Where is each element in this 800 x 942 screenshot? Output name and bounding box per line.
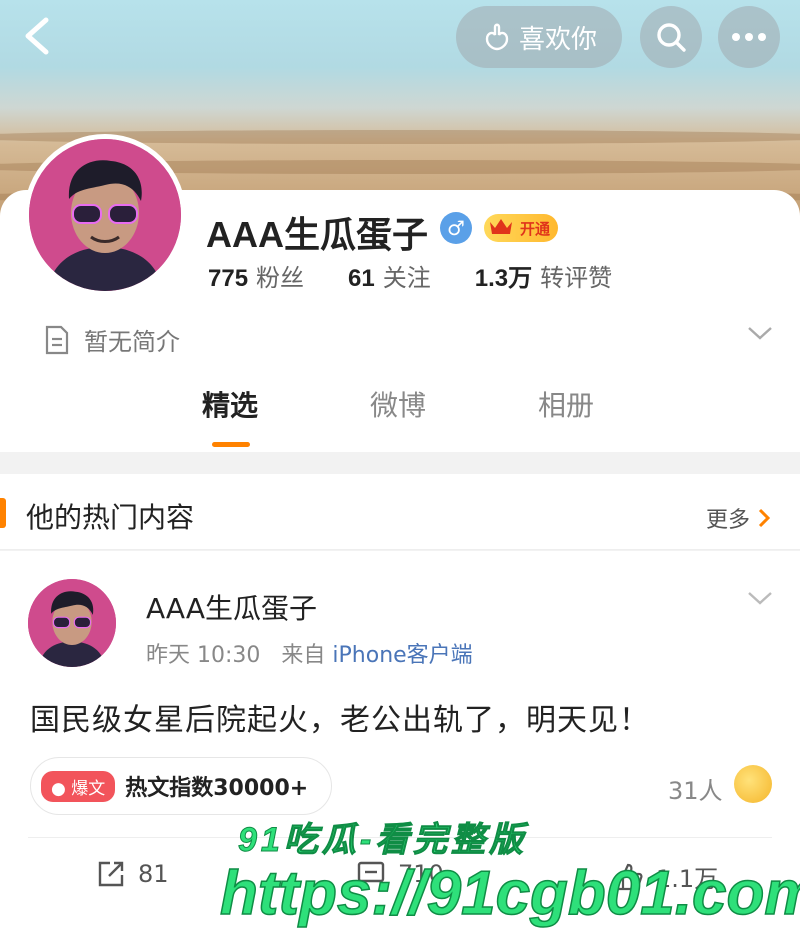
more-icon [732, 33, 766, 41]
fire-icon: ● [51, 778, 66, 799]
profile-tabs: 精选 微博 相册 [0, 384, 800, 444]
stat-following[interactable]: 61 关注 [348, 258, 431, 293]
hot-article-badge: ● 爆文 [41, 770, 116, 802]
stat-interactions[interactable]: 1.3万 转评赞 [475, 258, 612, 293]
tab-featured[interactable]: 精选 [202, 384, 258, 424]
hot-article-label: 爆文 [71, 778, 106, 799]
more-button[interactable] [718, 6, 780, 68]
avatar[interactable] [24, 134, 186, 296]
stat-label: 粉丝 [256, 264, 305, 292]
people-count: 31人 [668, 777, 723, 805]
search-button[interactable] [640, 6, 702, 68]
male-gender-icon: ♂ [440, 212, 472, 244]
more-link[interactable]: 更多 [706, 502, 771, 534]
document-icon [45, 325, 69, 354]
chevron-down-icon[interactable] [746, 589, 774, 607]
like-you-button[interactable]: 喜欢你 [456, 6, 622, 68]
hot-content-header: 他的热门内容 更多 [0, 474, 800, 550]
post-author[interactable]: AAA生瓜蛋子 [146, 587, 317, 627]
stat-label: 关注 [382, 264, 431, 292]
post-meta: 昨天 10:30 来自 iPhone客户端 [146, 637, 473, 669]
profile-intro[interactable]: 暂无简介 [44, 322, 180, 357]
watermark-line1: 91吃瓜-看完整版 [237, 821, 528, 860]
watermark-url: https://91cgb01.com [219, 858, 800, 929]
section-accent-bar [0, 498, 6, 528]
smile-emoji-icon [734, 765, 772, 803]
repost-button[interactable]: 81 [96, 859, 169, 889]
post-text: 国民级女星后院起火，老公出轨了，明天见！ [30, 703, 650, 738]
stat-number: 1.3万 [474, 265, 533, 292]
heart-hand-icon [485, 23, 509, 51]
vip-label: 开通 [519, 219, 550, 238]
tab-active-indicator [212, 442, 250, 447]
profile-name: AAA生瓜蛋子 [206, 214, 428, 255]
chevron-right-icon [758, 508, 771, 528]
post-time: 昨天 10:30 [146, 643, 261, 668]
heat-index-text: 热文指数30000+ [125, 776, 309, 801]
crown-icon [490, 219, 512, 234]
post-from-prefix: 来自 [281, 643, 326, 668]
back-icon[interactable] [18, 14, 58, 58]
post-avatar[interactable] [28, 579, 116, 667]
stat-followers[interactable]: 775 粉丝 [208, 258, 304, 293]
search-icon [657, 23, 686, 52]
vip-badge[interactable]: 开通 [484, 214, 558, 242]
post-source[interactable]: iPhone客户端 [332, 643, 472, 668]
profile-stats: 775 粉丝 61 关注 1.3万 转评赞 [208, 258, 612, 293]
intro-text: 暂无简介 [84, 328, 180, 356]
tab-weibo[interactable]: 微博 [370, 384, 426, 424]
chevron-down-icon[interactable] [746, 324, 774, 342]
stat-label: 转评赞 [540, 264, 613, 292]
share-icon [98, 861, 124, 887]
more-label: 更多 [706, 508, 751, 533]
repost-count: 81 [138, 860, 169, 888]
tab-album[interactable]: 相册 [538, 384, 594, 424]
stat-number: 61 [348, 265, 375, 292]
like-you-label: 喜欢你 [518, 24, 597, 55]
stat-number: 775 [208, 265, 249, 292]
hot-content-title: 他的热门内容 [26, 501, 195, 534]
heat-index-pill[interactable]: ● 爆文 热文指数30000+ [30, 757, 332, 815]
